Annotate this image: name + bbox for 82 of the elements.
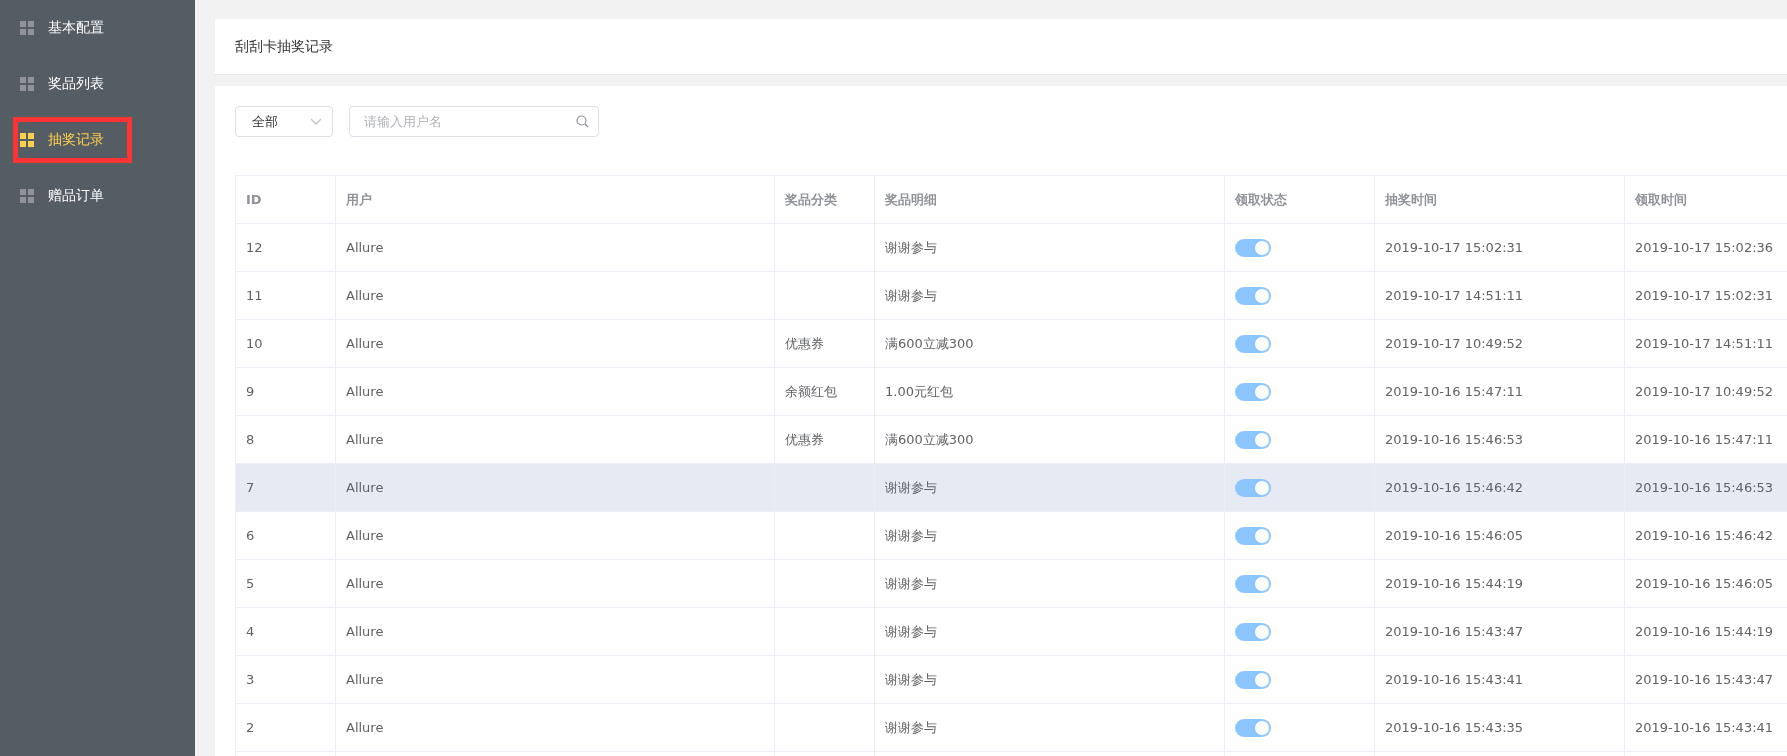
table-cell: 2019-10-16 15:43:41 [1385, 672, 1524, 687]
grid-icon [20, 189, 34, 203]
table-cell: 2019-10-16 15:43:47 [1635, 672, 1774, 687]
table-cell: 2019-10-16 15:44:19 [1385, 576, 1524, 591]
table-cell: 2019-10-16 15:44:19 [1635, 624, 1774, 639]
sidebar-item[interactable]: 赠品订单 [0, 168, 195, 224]
table-cell: 2019-10-17 15:02:31 [1635, 288, 1774, 303]
status-switch[interactable] [1235, 718, 1271, 737]
table-cell: 谢谢参与 [885, 574, 937, 593]
table-cell: 谢谢参与 [885, 526, 937, 545]
table-cell: 余额红包 [785, 382, 837, 401]
table-cell: 5 [246, 576, 255, 591]
table-cell: Allure [346, 432, 384, 447]
table-cell: Allure [346, 720, 384, 735]
table-cell: 4 [246, 624, 255, 639]
table-cell: 12 [246, 240, 263, 255]
table-cell: Allure [346, 480, 384, 495]
table-cell: 满600立减300 [885, 430, 974, 449]
table-cell: 谢谢参与 [885, 286, 937, 305]
sidebar-item[interactable]: 抽奖记录 [8, 112, 137, 168]
table-cell: 谢谢参与 [885, 622, 937, 641]
table-cell: 2019-10-17 15:02:36 [1635, 240, 1774, 255]
status-switch[interactable] [1235, 238, 1271, 257]
search-icon [576, 115, 589, 128]
table-cell: 1.00元红包 [885, 382, 953, 401]
table-cell: 2019-10-16 15:46:42 [1385, 480, 1524, 495]
table-cell: 2019-10-16 15:46:53 [1385, 432, 1524, 447]
table-cell: 2019-10-16 15:46:05 [1385, 528, 1524, 543]
grid-icon [20, 77, 34, 91]
table-cell: Allure [346, 240, 384, 255]
table-cell: 10 [246, 336, 263, 351]
table-cell: 6 [246, 528, 255, 543]
status-switch[interactable] [1235, 334, 1271, 353]
sidebar-item[interactable]: 基本配置 [0, 0, 195, 56]
table-cell: 3 [246, 672, 255, 687]
filter-select[interactable]: 全部 [235, 106, 333, 137]
table-cell: 7 [246, 480, 255, 495]
status-switch[interactable] [1235, 670, 1271, 689]
grid-icon [20, 21, 34, 35]
search-field[interactable]: 请输入用户名 [349, 106, 599, 137]
table-cell: Allure [346, 288, 384, 303]
sidebar-item[interactable]: 奖品列表 [0, 56, 195, 112]
status-switch[interactable] [1235, 430, 1271, 449]
table-cell: Allure [346, 672, 384, 687]
table-cell: 2019-10-16 15:46:42 [1635, 528, 1774, 543]
table-cell: 2019-10-16 15:46:53 [1635, 480, 1774, 495]
table-cell: Allure [346, 384, 384, 399]
table-cell: Allure [346, 336, 384, 351]
table-cell: 2019-10-17 15:02:31 [1385, 240, 1524, 255]
table-cell: 优惠券 [785, 334, 824, 353]
status-switch[interactable] [1235, 574, 1271, 593]
status-switch[interactable] [1235, 526, 1271, 545]
table-cell: 谢谢参与 [885, 478, 937, 497]
table-cell: 优惠券 [785, 430, 824, 449]
table-cell: 谢谢参与 [885, 718, 937, 737]
table-cell: 2019-10-16 15:46:05 [1635, 576, 1774, 591]
table-cell: 谢谢参与 [885, 670, 937, 689]
table-cell: 9 [246, 384, 255, 399]
table-cell: 2019-10-16 15:43:41 [1635, 720, 1774, 735]
chevron-down-icon [310, 117, 322, 126]
table-cell: 2019-10-16 15:43:47 [1385, 624, 1524, 639]
table-cell: 满600立减300 [885, 334, 974, 353]
table-cell: Allure [346, 624, 384, 639]
status-switch[interactable] [1235, 382, 1271, 401]
table-cell: 谢谢参与 [885, 238, 937, 257]
table-cell: 2019-10-16 15:47:11 [1635, 432, 1774, 447]
page-title: 刮刮卡抽奖记录 [235, 37, 333, 56]
table-cell: 8 [246, 432, 255, 447]
grid-icon [20, 133, 34, 147]
table-cell: 2019-10-17 10:49:52 [1635, 384, 1774, 399]
status-switch[interactable] [1235, 478, 1271, 497]
table-cell: 2019-10-17 14:51:11 [1635, 336, 1774, 351]
table-cell: Allure [346, 576, 384, 591]
table-cell: Allure [346, 528, 384, 543]
table-cell: 2019-10-16 15:47:11 [1385, 384, 1524, 399]
status-switch[interactable] [1235, 622, 1271, 641]
status-switch[interactable] [1235, 286, 1271, 305]
table-cell: 2019-10-17 10:49:52 [1385, 336, 1524, 351]
table-cell: 2019-10-17 14:51:11 [1385, 288, 1524, 303]
table-cell: 2 [246, 720, 255, 735]
table-cell: 11 [246, 288, 263, 303]
table-cell: 2019-10-16 15:43:35 [1385, 720, 1524, 735]
